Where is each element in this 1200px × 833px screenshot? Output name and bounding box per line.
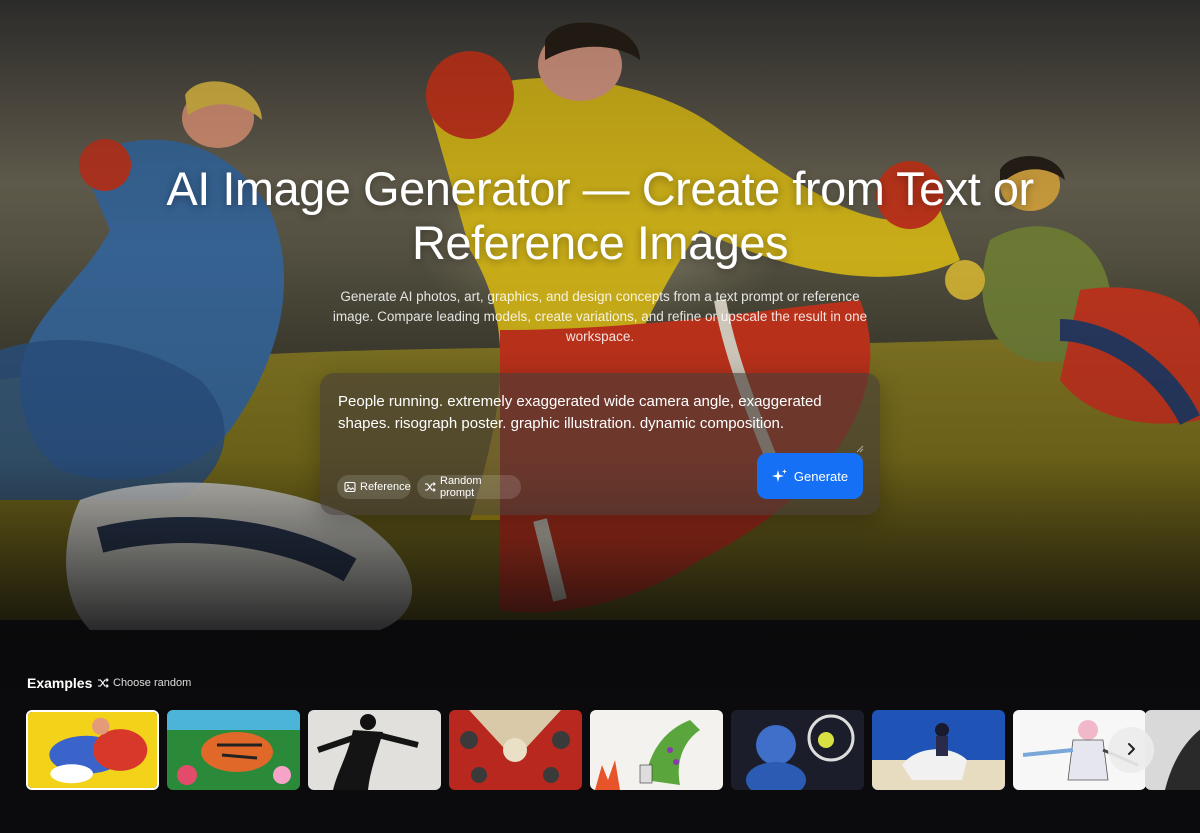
- example-thumbnail[interactable]: [590, 710, 723, 790]
- image-icon: [344, 481, 356, 493]
- shuffle-icon: [424, 481, 436, 493]
- examples-heading: Examples: [27, 675, 93, 691]
- examples-carousel: [26, 710, 1200, 790]
- example-thumbnail[interactable]: [308, 710, 441, 790]
- choose-random-button[interactable]: Choose random: [97, 677, 191, 689]
- random-prompt-label: Random prompt: [440, 475, 482, 499]
- resize-handle-icon[interactable]: [856, 445, 864, 453]
- random-prompt-button[interactable]: Random prompt: [417, 475, 521, 499]
- reference-label: Reference: [360, 481, 411, 493]
- generate-button[interactable]: Generate: [757, 453, 863, 499]
- reference-button[interactable]: Reference: [337, 475, 411, 499]
- shuffle-icon: [97, 677, 109, 689]
- example-thumbnail[interactable]: [449, 710, 582, 790]
- page-title: AI Image Generator — Create from Text or…: [166, 162, 1034, 269]
- prompt-panel: People running. extremely exaggerated wi…: [320, 373, 880, 515]
- sparkle-icon: [771, 468, 788, 484]
- choose-random-label: Choose random: [113, 677, 192, 689]
- example-thumbnail[interactable]: [26, 710, 159, 790]
- generate-label: Generate: [793, 468, 849, 484]
- carousel-next-button[interactable]: [1108, 727, 1154, 773]
- page-subtitle: Generate AI photos, art, graphics, and d…: [332, 289, 868, 344]
- example-thumbnail[interactable]: [731, 710, 864, 790]
- example-thumbnail[interactable]: [872, 710, 1005, 790]
- prompt-input[interactable]: People running. extremely exaggerated wi…: [336, 389, 865, 457]
- example-thumbnail[interactable]: [167, 710, 300, 790]
- chevron-right-icon: [1124, 742, 1138, 759]
